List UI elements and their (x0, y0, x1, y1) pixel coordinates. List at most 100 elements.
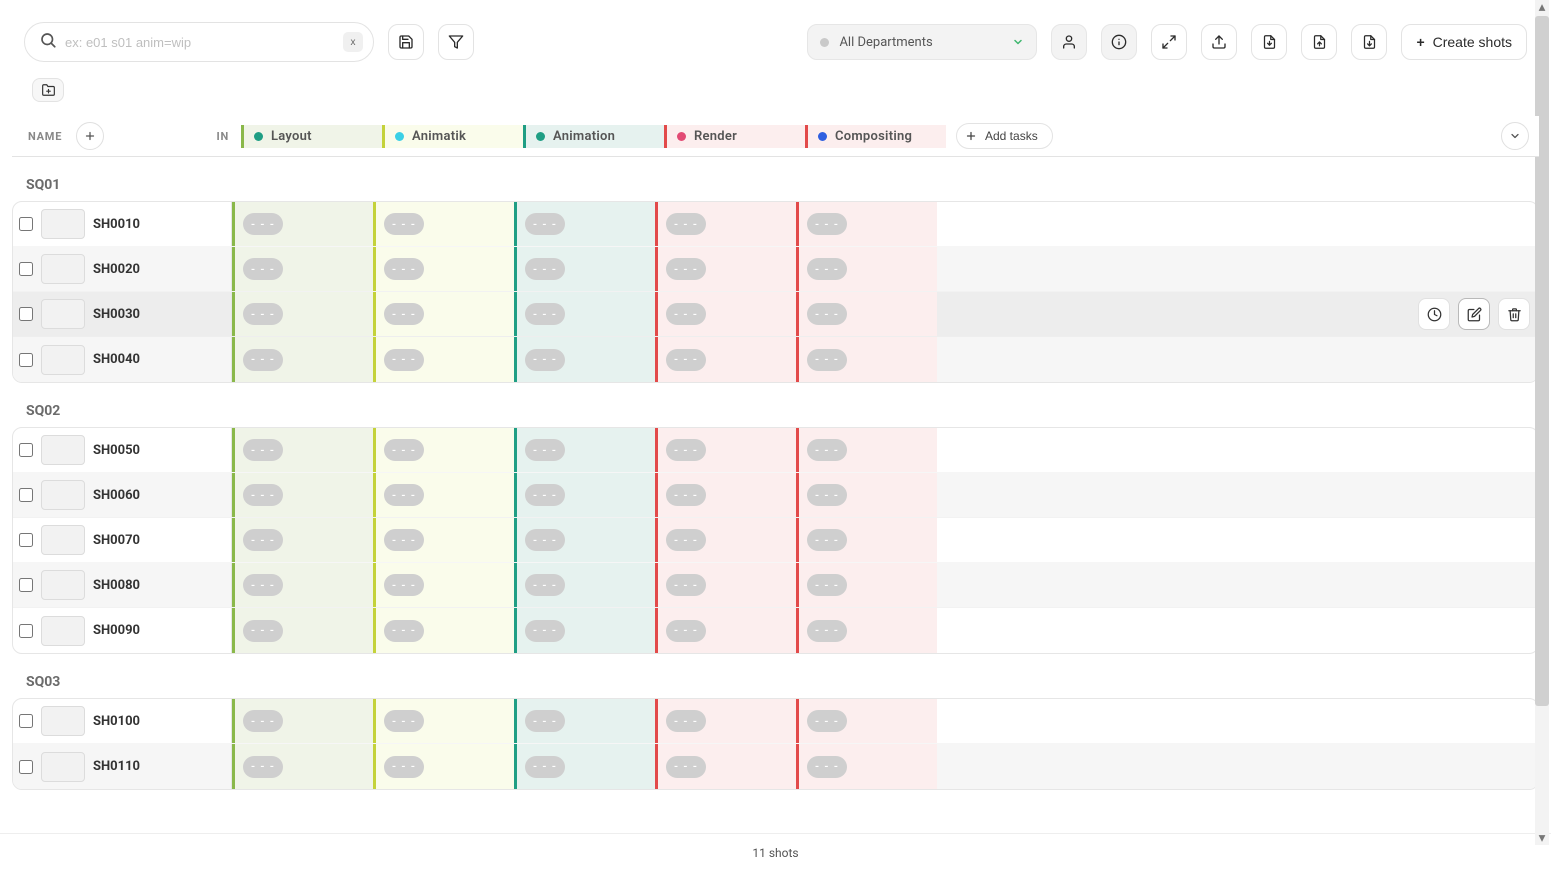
status-pill[interactable]: - - - (243, 756, 283, 778)
status-pill[interactable]: - - - (243, 574, 283, 596)
status-pill[interactable]: - - - (384, 529, 424, 551)
status-pill[interactable]: - - - (666, 620, 706, 642)
scroll-down-button[interactable]: ▾ (1535, 831, 1549, 845)
shot-thumbnail[interactable] (41, 345, 85, 375)
status-pill[interactable]: - - - (384, 574, 424, 596)
status-pill[interactable]: - - - (666, 258, 706, 280)
status-pill[interactable]: - - - (384, 258, 424, 280)
shot-thumbnail[interactable] (41, 570, 85, 600)
status-pill[interactable]: - - - (807, 213, 847, 235)
shot-select-checkbox[interactable] (19, 217, 33, 231)
shot-name-label[interactable]: SH0080 (93, 578, 140, 593)
info-button[interactable] (1101, 24, 1137, 60)
shot-thumbnail[interactable] (41, 254, 85, 284)
shot-select-checkbox[interactable] (19, 443, 33, 457)
status-pill[interactable]: - - - (243, 710, 283, 732)
shot-select-checkbox[interactable] (19, 353, 33, 367)
status-pill[interactable]: - - - (807, 756, 847, 778)
status-pill[interactable]: - - - (384, 349, 424, 371)
filter-button[interactable] (438, 24, 474, 60)
add-column-button[interactable] (76, 122, 104, 150)
task-header-compositing[interactable]: Compositing (805, 125, 946, 148)
add-tasks-button[interactable]: Add tasks (956, 123, 1053, 149)
task-header-render[interactable]: Render (664, 125, 805, 148)
expand-button[interactable] (1151, 24, 1187, 60)
shot-thumbnail[interactable] (41, 435, 85, 465)
department-select[interactable]: All Departments (807, 24, 1037, 60)
status-pill[interactable]: - - - (807, 439, 847, 461)
status-pill[interactable]: - - - (243, 484, 283, 506)
status-pill[interactable]: - - - (807, 484, 847, 506)
status-pill[interactable]: - - - (384, 439, 424, 461)
shot-thumbnail[interactable] (41, 525, 85, 555)
shot-thumbnail[interactable] (41, 706, 85, 736)
shot-name-label[interactable]: SH0040 (93, 352, 140, 367)
status-pill[interactable]: - - - (384, 710, 424, 732)
shot-select-checkbox[interactable] (19, 760, 33, 774)
status-pill[interactable]: - - - (525, 620, 565, 642)
status-pill[interactable]: - - - (384, 213, 424, 235)
shot-select-checkbox[interactable] (19, 533, 33, 547)
search-input[interactable] (65, 35, 343, 50)
status-pill[interactable]: - - - (807, 258, 847, 280)
status-pill[interactable]: - - - (807, 303, 847, 325)
status-pill[interactable]: - - - (525, 529, 565, 551)
user-button[interactable] (1051, 24, 1087, 60)
search-clear-button[interactable]: x (343, 32, 363, 52)
status-pill[interactable]: - - - (807, 574, 847, 596)
status-pill[interactable]: - - - (525, 213, 565, 235)
status-pill[interactable]: - - - (243, 258, 283, 280)
collapse-columns-button[interactable] (1501, 122, 1529, 150)
save-search-button[interactable] (388, 24, 424, 60)
status-pill[interactable]: - - - (666, 303, 706, 325)
task-header-animatik[interactable]: Animatik (382, 125, 523, 148)
shot-name-label[interactable]: SH0030 (93, 307, 140, 322)
status-pill[interactable]: - - - (243, 439, 283, 461)
status-pill[interactable]: - - - (525, 349, 565, 371)
status-pill[interactable]: - - - (666, 349, 706, 371)
upload-file-button[interactable] (1351, 24, 1387, 60)
shot-thumbnail[interactable] (41, 480, 85, 510)
shot-thumbnail[interactable] (41, 299, 85, 329)
shot-select-checkbox[interactable] (19, 714, 33, 728)
status-pill[interactable]: - - - (384, 756, 424, 778)
scroll-up-button[interactable]: ▴ (1535, 0, 1549, 14)
shot-name-label[interactable]: SH0050 (93, 443, 140, 458)
status-pill[interactable]: - - - (384, 620, 424, 642)
shot-name-label[interactable]: SH0020 (93, 262, 140, 277)
history-button[interactable] (1418, 298, 1450, 330)
create-shots-button[interactable]: + Create shots (1401, 24, 1527, 60)
folder-add-button[interactable] (32, 78, 64, 102)
delete-button[interactable] (1498, 298, 1530, 330)
status-pill[interactable]: - - - (525, 439, 565, 461)
shot-select-checkbox[interactable] (19, 624, 33, 638)
shot-name-label[interactable]: SH0110 (93, 759, 140, 774)
status-pill[interactable]: - - - (666, 756, 706, 778)
status-pill[interactable]: - - - (666, 574, 706, 596)
shot-thumbnail[interactable] (41, 752, 85, 782)
status-pill[interactable]: - - - (807, 710, 847, 732)
status-pill[interactable]: - - - (525, 303, 565, 325)
sequence-title[interactable]: SQ01 (12, 157, 1539, 201)
shot-name-label[interactable]: SH0090 (93, 623, 140, 638)
shot-name-label[interactable]: SH0010 (93, 217, 140, 232)
download-file-button[interactable] (1301, 24, 1337, 60)
status-pill[interactable]: - - - (384, 484, 424, 506)
shot-thumbnail[interactable] (41, 616, 85, 646)
edit-button[interactable] (1458, 298, 1490, 330)
status-pill[interactable]: - - - (243, 529, 283, 551)
export-button[interactable] (1201, 24, 1237, 60)
shot-select-checkbox[interactable] (19, 262, 33, 276)
sequence-title[interactable]: SQ03 (12, 654, 1539, 698)
task-header-animation[interactable]: Animation (523, 125, 664, 148)
task-header-layout[interactable]: Layout (241, 125, 382, 148)
status-pill[interactable]: - - - (525, 484, 565, 506)
status-pill[interactable]: - - - (243, 303, 283, 325)
shot-select-checkbox[interactable] (19, 307, 33, 321)
shot-select-checkbox[interactable] (19, 578, 33, 592)
status-pill[interactable]: - - - (525, 574, 565, 596)
status-pill[interactable]: - - - (666, 529, 706, 551)
import-file-button[interactable] (1251, 24, 1287, 60)
status-pill[interactable]: - - - (666, 439, 706, 461)
status-pill[interactable]: - - - (807, 349, 847, 371)
